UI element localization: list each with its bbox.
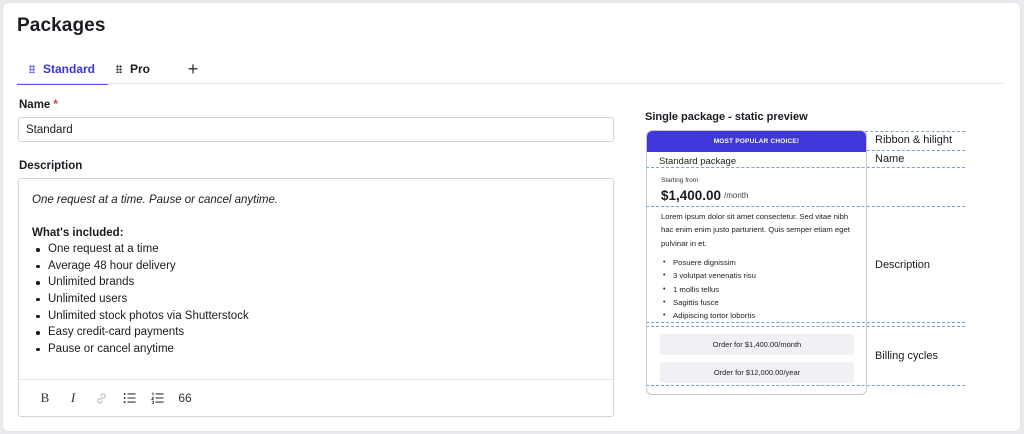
feature-list: Posuere dignissim 3 volutpat venenatis r… [661, 256, 861, 323]
included-list: One request at a time Average 48 hour de… [32, 241, 600, 357]
italic-button[interactable]: I [59, 386, 87, 410]
package-description: Lorem ipsum dolor sit amet consectetur. … [661, 212, 850, 248]
numbered-list-icon [150, 392, 164, 404]
feature-item: Posuere dignissim [661, 256, 861, 270]
name-input[interactable] [18, 117, 614, 142]
required-marker: * [53, 99, 58, 111]
order-monthly-button[interactable]: Order for $1,400.00/month [660, 334, 854, 355]
list-item: Pause or cancel anytime [32, 341, 600, 358]
tabs-divider [17, 83, 1004, 84]
order-period: /year [783, 368, 801, 377]
name-label-text: Name [19, 99, 51, 111]
billing-section-label: Billing cycles [875, 350, 938, 362]
description-label: Description [19, 160, 83, 172]
bullet-list-button[interactable] [115, 386, 143, 410]
editor-toolbar: B I 66 [19, 379, 613, 416]
order-yearly-button[interactable]: Order for $12,000.00/year [660, 362, 854, 383]
list-item: Unlimited users [32, 291, 600, 308]
drag-handle-icon[interactable] [116, 65, 122, 73]
name-label: Name * [19, 99, 58, 111]
tab-label: Pro [130, 62, 151, 76]
package-preview-card: MOST POPULAR CHOICE! Standard package St… [646, 130, 867, 395]
order-label: Order for $1,400.00 [712, 340, 779, 349]
list-item: Unlimited stock photos via Shutterstock [32, 308, 600, 325]
drag-handle-icon[interactable] [29, 65, 35, 73]
description-heading: What's included: [32, 226, 124, 239]
price-period: /month [724, 191, 749, 200]
link-button[interactable] [87, 386, 115, 410]
numbered-list-button[interactable] [143, 386, 171, 410]
list-item: Average 48 hour delivery [32, 258, 600, 275]
ribbon-banner: MOST POPULAR CHOICE! [647, 131, 866, 152]
tab-label: Standard [43, 62, 96, 76]
description-editor[interactable]: One request at a time. Pause or cancel a… [18, 178, 614, 417]
plus-icon: + [187, 58, 199, 79]
description-section-label: Description [875, 259, 931, 271]
package-tabs: Standard Pro + [17, 55, 208, 85]
package-price: $1,400.00 [661, 188, 722, 203]
quote-button[interactable]: 66 [171, 386, 199, 410]
order-period: /month [778, 340, 802, 349]
ribbon-section-label: Ribbon & hilight [875, 134, 953, 146]
feature-item: 1 mollis tellus [661, 283, 861, 297]
feature-item: 3 volutpat venenatis risu [661, 269, 861, 283]
tab-pro[interactable]: Pro [108, 55, 168, 83]
bold-button[interactable]: B [31, 386, 59, 410]
name-section-label: Name [875, 153, 905, 165]
package-name: Standard package [659, 156, 737, 167]
tab-standard[interactable]: Standard [17, 55, 108, 85]
page-title: Packages [17, 15, 106, 36]
feature-item: Adipiscing tortor lobortis [661, 309, 861, 323]
feature-item: Sagittis fusce [661, 296, 861, 310]
starting-from-label: Starting from [661, 177, 699, 184]
preview-title: Single package - static preview [645, 111, 808, 123]
list-item: One request at a time [32, 241, 600, 258]
order-label: Order for $12,000.00 [713, 368, 784, 377]
link-icon [96, 393, 106, 403]
packages-panel: Packages Standard Pro + Name* Descriptio… [2, 2, 1021, 432]
add-tab-button[interactable]: + [178, 55, 208, 83]
guide-line [865, 131, 965, 132]
list-item: Easy credit-card payments [32, 324, 600, 341]
editor-content[interactable]: One request at a time. Pause or cancel a… [19, 179, 613, 370]
description-intro: One request at a time. Pause or cancel a… [32, 194, 279, 206]
bullet-list-icon [123, 392, 136, 404]
list-item: Unlimited brands [32, 274, 600, 291]
